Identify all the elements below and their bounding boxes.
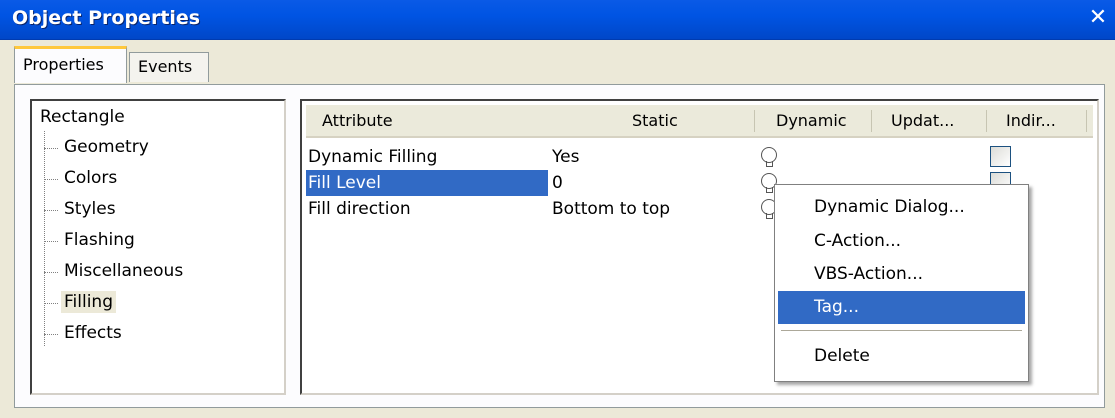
attribute-cell: Fill direction bbox=[308, 199, 411, 219]
column-header-static[interactable]: Static bbox=[632, 105, 678, 136]
context-menu: Dynamic Dialog... C-Action... VBS-Action… bbox=[774, 184, 1029, 382]
tree-branch-line bbox=[44, 148, 58, 149]
title-bar: Object Properties ✕ bbox=[0, 0, 1115, 40]
tree-branch-line bbox=[44, 334, 58, 335]
tree-item-label: Styles bbox=[64, 199, 116, 219]
column-header-update[interactable]: Updat... bbox=[891, 105, 954, 136]
tree-connector-line bbox=[44, 131, 45, 346]
tab-properties[interactable]: Properties bbox=[14, 46, 127, 83]
tree-root-rectangle[interactable]: Rectangle bbox=[40, 107, 125, 127]
menu-item-delete[interactable]: Delete bbox=[778, 340, 1025, 373]
lightbulb-icon[interactable] bbox=[761, 147, 777, 167]
indirect-checkbox[interactable] bbox=[990, 146, 1011, 167]
close-icon[interactable]: ✕ bbox=[1085, 5, 1111, 31]
tree-branch-line bbox=[44, 303, 58, 304]
column-header-dynamic[interactable]: Dynamic bbox=[776, 105, 847, 136]
column-header-attribute[interactable]: Attribute bbox=[322, 105, 393, 136]
tab-properties-label: Properties bbox=[23, 55, 104, 74]
window-title: Object Properties bbox=[12, 7, 201, 29]
attribute-cell: Fill Level bbox=[306, 170, 548, 196]
static-cell[interactable]: 0 bbox=[552, 170, 563, 196]
tree-item-label: Colors bbox=[64, 168, 118, 188]
grid-header: Attribute Static Dynamic Updat... Indir.… bbox=[306, 105, 1093, 138]
tab-events-label: Events bbox=[138, 57, 193, 76]
grid-row-dynamic-filling[interactable]: Dynamic Filling Yes bbox=[302, 144, 1097, 170]
tree-branch-line bbox=[44, 179, 58, 180]
tree-item-label: Filling bbox=[61, 291, 116, 313]
tree-item-label: Effects bbox=[64, 323, 122, 343]
column-separator[interactable] bbox=[754, 110, 755, 132]
tree-branch-line bbox=[44, 272, 58, 273]
static-cell[interactable]: Yes bbox=[552, 144, 579, 170]
tree-item-label: Flashing bbox=[64, 230, 135, 250]
tree-branch-line bbox=[44, 241, 58, 242]
menu-item-vbs-action[interactable]: VBS-Action... bbox=[778, 258, 1025, 291]
column-header-indirect[interactable]: Indir... bbox=[1006, 105, 1056, 136]
column-separator[interactable] bbox=[1086, 110, 1087, 132]
menu-item-dynamic-dialog[interactable]: Dynamic Dialog... bbox=[778, 191, 1025, 224]
static-cell[interactable]: Bottom to top bbox=[552, 196, 670, 222]
property-tree[interactable]: Rectangle Geometry Colors Styles Flashin… bbox=[30, 99, 286, 395]
attribute-cell: Dynamic Filling bbox=[308, 147, 438, 167]
tree-branch-line bbox=[44, 210, 58, 211]
column-separator[interactable] bbox=[986, 110, 987, 132]
tab-events[interactable]: Events bbox=[129, 52, 209, 82]
menu-item-c-action[interactable]: C-Action... bbox=[778, 225, 1025, 258]
tree-item-label: Miscellaneous bbox=[64, 261, 184, 281]
menu-separator bbox=[781, 330, 1022, 331]
tree-item-label: Geometry bbox=[64, 137, 149, 157]
column-separator[interactable] bbox=[871, 110, 872, 132]
menu-item-tag[interactable]: Tag... bbox=[778, 291, 1025, 324]
